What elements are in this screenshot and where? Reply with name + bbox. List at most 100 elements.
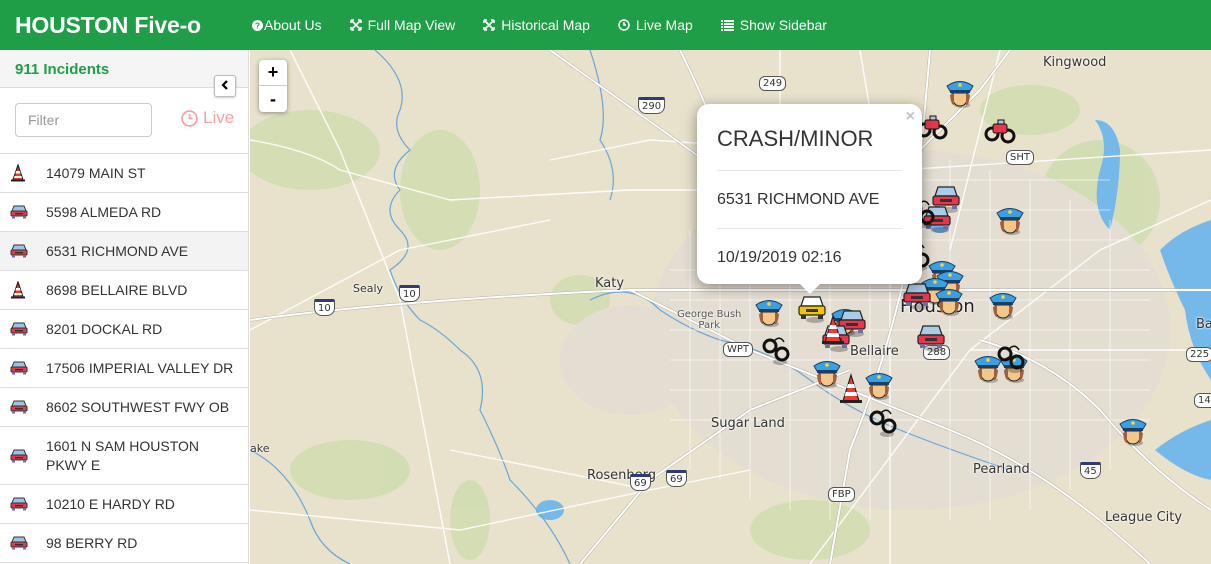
nav-live-map[interactable]: Live Map [618, 17, 693, 33]
highway-shield: 146 [1194, 393, 1211, 408]
incident-list: 14079 MAIN ST 5598 ALMEDA RD 6531 RICHMOND… [0, 154, 248, 563]
highway-shield: 290 [638, 97, 666, 114]
incident-list-item[interactable]: 14079 MAIN ST [0, 154, 248, 193]
police-officer-icon[interactable] [752, 294, 786, 328]
close-icon[interactable]: × [906, 108, 915, 126]
expand-icon [483, 19, 496, 31]
incident-list-item[interactable]: 1601 N SAM HOUSTON PKWY E [0, 427, 248, 485]
incident-popup: × CRASH/MINOR 6531 RICHMOND AVE 10/19/20… [697, 104, 922, 294]
handcuffs-icon[interactable] [867, 404, 901, 438]
car-icon [10, 322, 46, 336]
police-officer-icon[interactable] [932, 283, 966, 317]
list-icon [720, 19, 734, 31]
clock-icon [618, 19, 630, 31]
incident-list-item[interactable]: 8698 BELLAIRE BLVD [0, 271, 248, 310]
police-officer-icon[interactable] [943, 75, 977, 109]
incident-address: 98 BERRY RD [46, 534, 138, 551]
traffic-cone-icon[interactable] [816, 313, 850, 347]
highway-shield: FBP [828, 487, 855, 502]
sidebar-header: 911 Incidents [0, 50, 248, 88]
car-icon [10, 361, 46, 375]
police-officer-icon[interactable] [986, 287, 1020, 321]
navbar: HOUSTON Five-o ? About Us Full Map View … [0, 0, 1211, 50]
chevron-left-icon [221, 77, 229, 95]
traffic-cone-icon [10, 281, 46, 299]
incident-address: 14079 MAIN ST [46, 164, 146, 181]
nav-show-sidebar[interactable]: Show Sidebar [720, 17, 827, 33]
highway-shield: WPT [723, 342, 754, 357]
car-icon[interactable] [914, 319, 948, 353]
incident-list-item[interactable]: 98 BERRY RD [0, 524, 248, 563]
car-icon [10, 205, 46, 219]
traffic-cone-icon [10, 164, 46, 182]
place-label: Pearland [973, 462, 1030, 477]
incident-list-item[interactable]: 6531 RICHMOND AVE [0, 232, 248, 271]
highway-shield: 10 [399, 285, 420, 302]
police-officer-icon[interactable] [1116, 413, 1150, 447]
nav-full-map-view[interactable]: Full Map View [349, 17, 456, 33]
incident-address: 6531 RICHMOND AVE [46, 242, 189, 259]
handcuffs-icon[interactable] [995, 340, 1029, 374]
incident-list-item[interactable]: 17506 IMPERIAL VALLEY DR [0, 349, 248, 388]
place-label: League City [1105, 510, 1183, 525]
nav-historical-map-label: Historical Map [501, 17, 590, 33]
place-label: Sealy [353, 282, 384, 295]
collapse-sidebar-button[interactable] [214, 75, 236, 97]
nav-about-us[interactable]: ? About Us [252, 17, 322, 33]
incident-list-item[interactable]: 10210 E HARDY RD [0, 485, 248, 524]
incident-address: 5598 ALMEDA RD [46, 203, 162, 220]
highway-shield: 225 [1186, 347, 1211, 362]
highway-shield: 69 [630, 474, 651, 491]
highway-shield: 10 [314, 299, 335, 316]
nav-live-map-label: Live Map [635, 17, 693, 33]
svg-text:?: ? [255, 21, 260, 30]
place-label: Sugar Land [711, 416, 785, 431]
filter-input[interactable] [15, 103, 152, 137]
place-label: Katy [595, 276, 625, 291]
live-button[interactable]: Live [181, 108, 234, 128]
popup-title: CRASH/MINOR [717, 104, 902, 171]
incident-list-item[interactable]: 5598 ALMEDA RD [0, 193, 248, 232]
car-icon [10, 400, 46, 414]
nav-about-us-label: About Us [264, 17, 322, 33]
question-circle-icon: ? [252, 19, 263, 31]
place-label: ake [250, 442, 270, 455]
highway-shield: 249 [759, 76, 787, 91]
car-icon [10, 244, 46, 258]
popup-time: 10/19/2019 02:16 [717, 249, 842, 266]
zoom-in-button[interactable]: + [259, 60, 287, 86]
incident-list-item[interactable]: 8602 SOUTHWEST FWY OB [0, 388, 248, 427]
live-label: Live [203, 108, 235, 127]
incident-address: 8201 DOCKAL RD [46, 320, 163, 337]
handcuffs-icon[interactable] [760, 332, 794, 366]
motorcycle-icon[interactable] [983, 112, 1017, 146]
highway-shield: 45 [1080, 462, 1101, 479]
incident-list-item[interactable]: 8201 DOCKAL RD [0, 310, 248, 349]
car-icon [10, 536, 46, 550]
incident-address: 8602 SOUTHWEST FWY OB [46, 398, 230, 415]
police-officer-icon[interactable] [993, 202, 1027, 236]
police-officer-icon[interactable] [862, 367, 896, 401]
zoom-out-button[interactable]: - [259, 86, 287, 112]
popup-address: 6531 RICHMOND AVE [717, 171, 902, 229]
sidebar-title: 911 Incidents [15, 61, 110, 78]
place-label: George Bush Park [677, 309, 742, 331]
highway-shield: SHT [1006, 150, 1034, 165]
nav-historical-map[interactable]: Historical Map [483, 17, 590, 33]
clock-icon [181, 109, 198, 127]
expand-icon [349, 19, 362, 31]
incident-address: 17506 IMPERIAL VALLEY DR [46, 359, 234, 376]
place-label: Kingwood [1043, 55, 1107, 70]
incident-address: 1601 N SAM HOUSTON PKWY E [46, 437, 200, 473]
car-icon [10, 449, 46, 463]
place-label: Bellaire [850, 344, 899, 359]
place-label: Ba [1196, 317, 1211, 332]
nav-full-map-view-label: Full Map View [367, 17, 456, 33]
zoom-control: + - [259, 60, 287, 112]
incident-address: 10210 E HARDY RD [46, 495, 175, 512]
car-icon [10, 497, 46, 511]
incident-address: 8698 BELLAIRE BLVD [46, 281, 188, 298]
nav-show-sidebar-label: Show Sidebar [739, 17, 827, 33]
highway-shield: 69 [666, 470, 687, 487]
brand-title[interactable]: HOUSTON Five-o [0, 12, 245, 39]
